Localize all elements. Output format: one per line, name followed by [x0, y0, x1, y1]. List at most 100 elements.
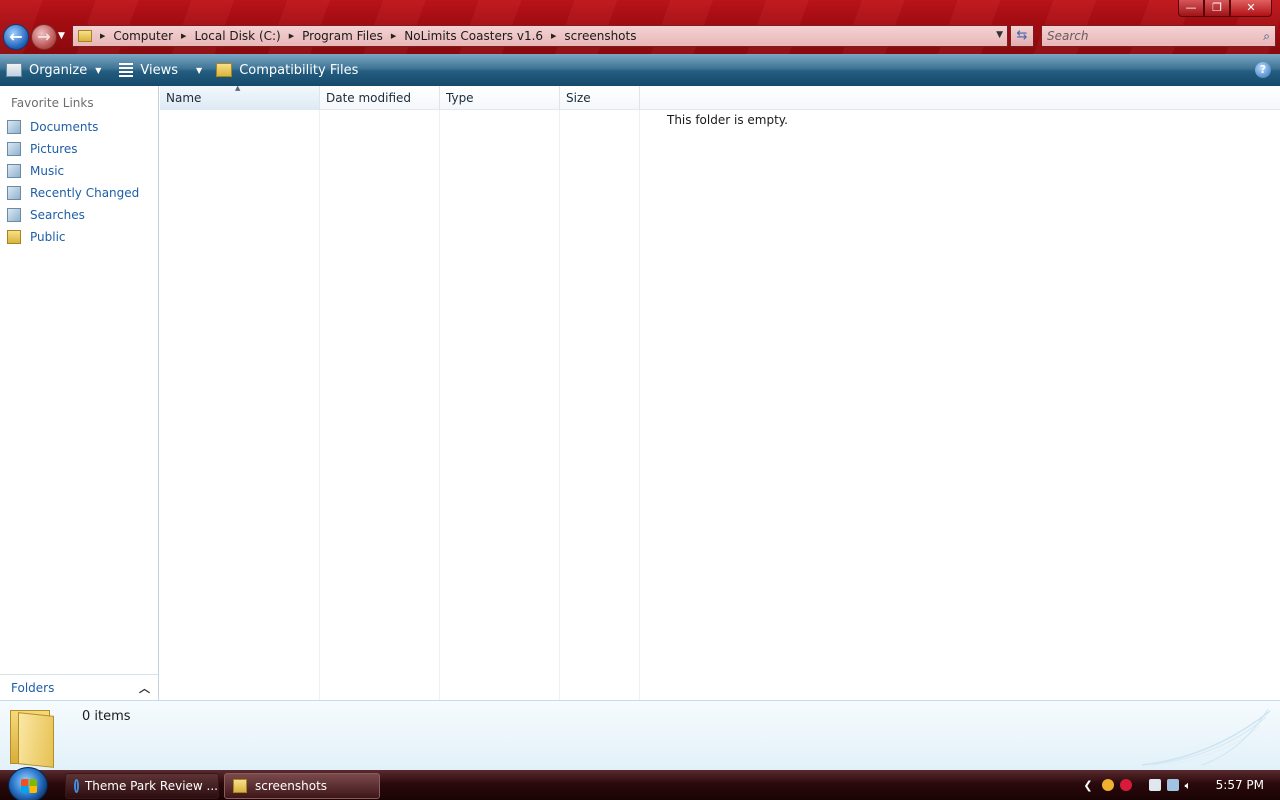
folder-icon — [233, 779, 247, 793]
column-divider — [639, 110, 640, 700]
organize-icon — [6, 63, 22, 77]
recent-pages-button[interactable]: ▼ — [58, 31, 65, 41]
breadcrumb-arrow-icon[interactable]: ▶ — [551, 32, 556, 40]
window-controls: — ❐ ✕ — [1178, 0, 1272, 17]
nav-link-label: Public — [30, 230, 66, 244]
search-icon[interactable]: ⌕ — [1263, 29, 1270, 44]
column-divider — [439, 110, 440, 700]
network-icon[interactable] — [1166, 779, 1179, 791]
breadcrumb-program-files[interactable]: Program Files — [302, 29, 383, 43]
folder-icon — [216, 63, 233, 77]
nav-link-label: Recently Changed — [30, 186, 140, 200]
chevron-up-icon[interactable]: ︿ — [139, 680, 150, 696]
chevron-down-icon: ▼ — [95, 65, 102, 75]
search-box[interactable]: ⌕ — [1041, 25, 1276, 47]
compatibility-files-button[interactable]: Compatibility Files — [210, 54, 364, 86]
breadcrumb-arrow-icon[interactable]: ▶ — [181, 32, 186, 40]
volume-icon[interactable]: 🔈︎ — [1185, 779, 1199, 792]
views-icon — [119, 63, 134, 77]
folders-toggle[interactable]: Folders ︿ — [0, 674, 158, 700]
breadcrumb-local-disk[interactable]: Local Disk (C:) — [194, 29, 280, 43]
taskbar-item-screenshots[interactable]: screenshots — [224, 773, 380, 799]
clock[interactable]: 5:57 PM — [1216, 778, 1264, 792]
file-list[interactable]: ▲ Name Date modified Type Size This fold… — [160, 84, 1280, 700]
column-header-size[interactable]: Size — [560, 86, 640, 110]
views-label: Views — [140, 62, 179, 78]
empty-folder-message: This folder is empty. — [667, 113, 788, 127]
refresh-icon: ⇆ — [1016, 28, 1028, 43]
column-header-label: Date modified — [326, 91, 412, 105]
breadcrumb-arrow-icon[interactable]: ▶ — [100, 32, 105, 40]
sort-ascending-icon: ▲ — [235, 84, 241, 92]
taskbar-item-label: screenshots — [255, 779, 328, 793]
column-header-label: Size — [566, 91, 591, 105]
close-button[interactable]: ✕ — [1230, 0, 1272, 17]
address-bar[interactable]: ▶ Computer ▶ Local Disk (C:) ▶ Program F… — [72, 25, 1008, 47]
arrow-right-icon: → — [37, 27, 51, 46]
recently-changed-icon — [7, 186, 21, 200]
taskbar: Theme Park Review ... screenshots ❮ 🔈︎ 5… — [0, 767, 1280, 800]
favorite-links-title: Favorite Links — [11, 96, 94, 110]
nav-link-label: Music — [30, 164, 65, 178]
taskbar-item-label: Theme Park Review ... — [84, 779, 218, 793]
tray-app-icon[interactable] — [1119, 779, 1132, 791]
organize-label: Organize — [29, 62, 88, 78]
system-tray: ❮ 🔈︎ 5:57 PM — [1083, 770, 1280, 800]
nav-link-pictures[interactable]: Pictures — [0, 138, 158, 160]
column-headers: ▲ Name Date modified Type Size — [160, 84, 1280, 110]
command-toolbar: Organize ▼ Views ▼ Compatibility Files ? — [0, 54, 1280, 86]
column-divider — [559, 110, 560, 700]
breadcrumb-screenshots[interactable]: screenshots — [564, 29, 636, 43]
navigation-pane: Favorite Links Documents Pictures Music … — [0, 86, 159, 700]
show-hidden-icons-icon[interactable]: ❮ — [1083, 779, 1092, 792]
nav-link-recently-changed[interactable]: Recently Changed — [0, 182, 158, 204]
forward-button[interactable]: → — [31, 24, 57, 50]
maximize-button[interactable]: ❐ — [1204, 0, 1230, 17]
details-pane: 0 items — [0, 700, 1280, 770]
folders-label: Folders — [11, 680, 55, 695]
compatibility-files-label: Compatibility Files — [239, 62, 359, 78]
searches-icon — [7, 208, 21, 222]
tray-device-icon[interactable] — [1148, 779, 1161, 791]
column-header-label: Name — [166, 91, 202, 105]
nav-link-label: Pictures — [30, 142, 78, 156]
folder-icon — [78, 30, 92, 42]
breadcrumb-arrow-icon[interactable]: ▶ — [289, 32, 294, 40]
music-icon — [7, 164, 21, 178]
refresh-button[interactable]: ⇆ — [1010, 25, 1034, 47]
folder-icon — [7, 230, 21, 244]
nav-link-music[interactable]: Music — [0, 160, 158, 182]
documents-icon — [7, 120, 21, 134]
nav-link-label: Documents — [30, 120, 99, 134]
help-icon[interactable]: ? — [1255, 62, 1271, 78]
chevron-down-icon[interactable]: ▼ — [196, 66, 202, 75]
breadcrumb-arrow-icon[interactable]: ▶ — [391, 32, 396, 40]
internet-explorer-icon — [74, 779, 79, 793]
column-header-date-modified[interactable]: Date modified — [320, 86, 440, 110]
arrow-left-icon: ← — [9, 27, 23, 46]
search-input[interactable] — [1042, 26, 1252, 46]
breadcrumb-computer[interactable]: Computer — [113, 29, 173, 43]
column-divider — [319, 110, 320, 700]
folder-icon — [8, 706, 62, 768]
nav-link-searches[interactable]: Searches — [0, 204, 158, 226]
minimize-button[interactable]: — — [1178, 0, 1204, 17]
chevron-down-icon: ▼ — [58, 31, 65, 41]
column-header-type[interactable]: Type — [440, 86, 560, 110]
nav-link-label: Searches — [30, 208, 85, 222]
nav-link-public[interactable]: Public — [0, 226, 158, 248]
start-button[interactable] — [8, 767, 48, 800]
views-button[interactable]: Views ▼ — [113, 54, 208, 86]
address-dropdown-icon[interactable]: ▼ — [996, 30, 1003, 40]
column-header-label: Type — [446, 91, 474, 105]
organize-button[interactable]: Organize ▼ — [0, 54, 107, 86]
decorative-swoosh-icon — [1142, 708, 1271, 766]
back-button[interactable]: ← — [3, 24, 29, 50]
pictures-icon — [7, 142, 21, 156]
taskbar-item-browser[interactable]: Theme Park Review ... — [65, 773, 219, 799]
column-header-name[interactable]: ▲ Name — [160, 84, 320, 110]
item-count: 0 items — [82, 709, 131, 724]
breadcrumb-nolimits-coasters[interactable]: NoLimits Coasters v1.6 — [404, 29, 543, 43]
tray-app-icon[interactable] — [1101, 779, 1114, 791]
nav-link-documents[interactable]: Documents — [0, 116, 158, 138]
